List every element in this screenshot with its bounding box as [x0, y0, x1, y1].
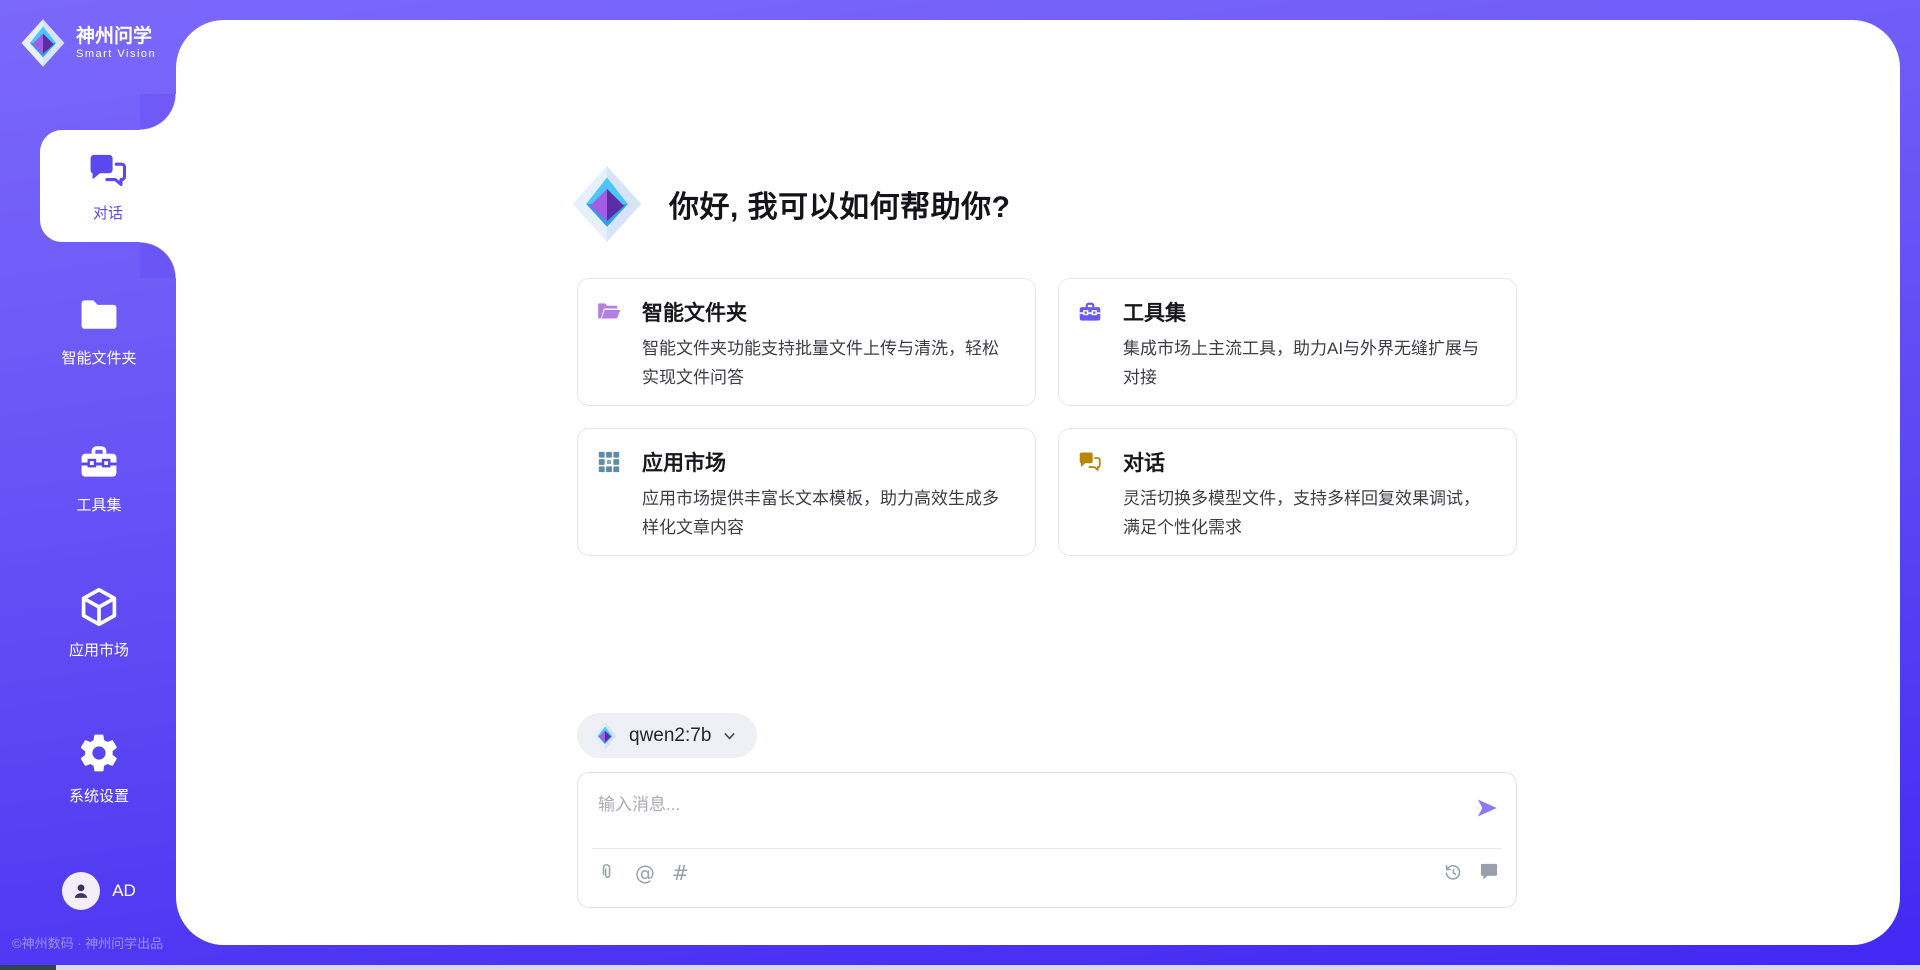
card-toolset[interactable]: 工具集 集成市场上主流工具，助力AI与外界无缝扩展与对接	[1058, 278, 1517, 406]
sidebar-item-smart-folder[interactable]: 智能文件夹	[22, 293, 176, 368]
send-icon[interactable]	[1474, 795, 1500, 821]
user-initials: AD	[112, 881, 136, 901]
main-panel: 你好, 我可以如何帮助你? 智能文件夹 智能文件夹功能支持批量文件上传与清洗，轻…	[176, 20, 1900, 945]
composer-divider	[592, 848, 1502, 849]
avatar	[62, 872, 100, 910]
copyright-text: ©神州数码 · 神州问学出品	[12, 933, 192, 952]
history-icon[interactable]	[1442, 861, 1464, 883]
sidebar-item-label: 应用市场	[69, 639, 129, 660]
card-title: 智能文件夹	[642, 297, 747, 327]
card-title: 应用市场	[642, 447, 726, 477]
toolbox-icon	[77, 440, 121, 484]
sidebar-item-chat[interactable]: 对话	[40, 130, 176, 242]
card-chat[interactable]: 对话 灵活切换多模型文件，支持多样回复效果调试，满足个性化需求	[1058, 428, 1517, 556]
message-input[interactable]	[596, 788, 1450, 844]
card-description: 灵活切换多模型文件，支持多样回复效果调试，满足个性化需求	[1123, 485, 1494, 543]
horizontal-scrollbar-thumb[interactable]	[0, 965, 56, 970]
message-icon[interactable]	[1478, 861, 1500, 883]
folder-icon	[77, 293, 121, 337]
card-smart-folder[interactable]: 智能文件夹 智能文件夹功能支持批量文件上传与清洗，轻松实现文件问答	[577, 278, 1036, 406]
diamond-gem-icon	[571, 164, 643, 244]
user-menu[interactable]: AD	[22, 872, 176, 910]
feature-cards: 智能文件夹 智能文件夹功能支持批量文件上传与清洗，轻松实现文件问答	[577, 278, 1517, 556]
card-title: 对话	[1123, 447, 1165, 477]
horizontal-scrollbar-track[interactable]	[0, 965, 1920, 970]
greeting-text: 你好, 我可以如何帮助你?	[669, 182, 1011, 226]
grid-icon	[596, 449, 622, 475]
folder-open-icon	[596, 299, 622, 325]
card-description: 集成市场上主流工具，助力AI与外界无缝扩展与对接	[1123, 335, 1494, 393]
diamond-gem-icon	[592, 722, 618, 750]
sidebar-item-settings[interactable]: 系统设置	[22, 731, 176, 806]
chat-bubbles-icon	[86, 149, 130, 193]
hash-icon[interactable]: #	[672, 861, 689, 885]
brand-name: 神州问学	[76, 26, 156, 48]
welcome-header: 你好, 我可以如何帮助你?	[571, 164, 1011, 244]
paperclip-icon[interactable]	[596, 861, 618, 885]
cube-icon	[77, 585, 121, 629]
card-title: 工具集	[1123, 297, 1186, 327]
chat-bubbles-icon	[1077, 449, 1103, 475]
at-icon[interactable]: @	[635, 861, 655, 885]
chevron-down-icon	[722, 729, 737, 743]
sidebar-item-label: 智能文件夹	[61, 347, 136, 368]
card-description: 应用市场提供丰富长文本模板，助力高效生成多样化文章内容	[642, 485, 1013, 543]
sidebar-item-app-market[interactable]: 应用市场	[22, 585, 176, 660]
sidebar-item-label: 对话	[93, 202, 123, 223]
brand-logo: 神州问学 Smart Vision	[20, 18, 156, 68]
toolbox-icon	[1077, 299, 1103, 325]
brand-subtitle: Smart Vision	[76, 48, 156, 60]
model-selector[interactable]: qwen2:7b	[577, 713, 757, 758]
sidebar-item-label: 系统设置	[69, 785, 129, 806]
sidebar-item-toolset[interactable]: 工具集	[22, 440, 176, 515]
card-description: 智能文件夹功能支持批量文件上传与清洗，轻松实现文件问答	[642, 335, 1013, 393]
diamond-gem-icon	[20, 18, 66, 68]
card-app-market[interactable]: 应用市场 应用市场提供丰富长文本模板，助力高效生成多样化文章内容	[577, 428, 1036, 556]
sidebar-item-label: 工具集	[76, 494, 121, 515]
gear-icon	[77, 731, 121, 775]
message-composer: @ #	[577, 772, 1517, 908]
model-name: qwen2:7b	[629, 725, 711, 747]
